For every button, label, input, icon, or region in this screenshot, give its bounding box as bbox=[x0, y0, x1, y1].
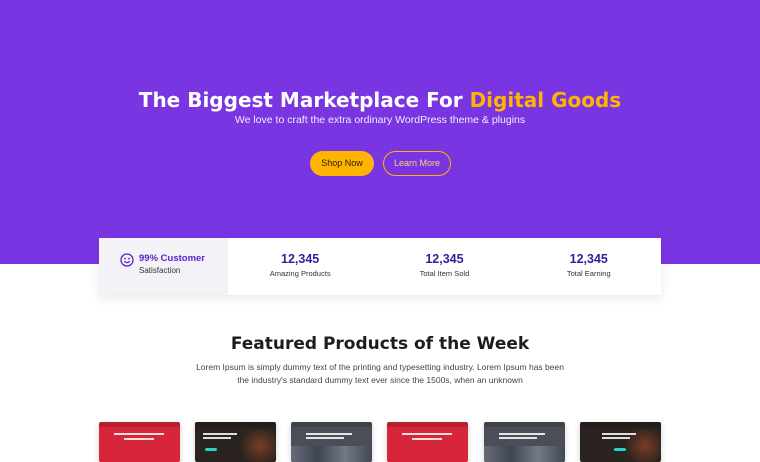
hero-title: The Biggest Marketplace For Digital Good… bbox=[0, 88, 760, 112]
smiley-icon bbox=[120, 253, 134, 267]
stat-total-item-sold: 12,345 Total Item Sold bbox=[372, 238, 516, 295]
product-card[interactable] bbox=[387, 422, 468, 462]
stat-satisfaction-value: 99% Customer bbox=[139, 253, 205, 264]
stat-satisfaction: 99% Customer Satisfaction bbox=[99, 238, 228, 295]
stat-label: Total Earning bbox=[566, 269, 611, 278]
stat-total-earning: 12,345 Total Earning bbox=[517, 238, 661, 295]
stat-number: 12,345 bbox=[281, 252, 320, 266]
product-card[interactable] bbox=[580, 422, 661, 462]
hero-title-main: The Biggest Marketplace For bbox=[138, 88, 463, 112]
product-thumbnails bbox=[0, 422, 760, 462]
hero-section: The Biggest Marketplace For Digital Good… bbox=[0, 0, 760, 264]
featured-description: Lorem Ipsum is simply dummy text of the … bbox=[196, 362, 564, 385]
stat-number: 12,345 bbox=[425, 252, 464, 266]
featured-title: Featured Products of the Week bbox=[230, 334, 530, 354]
stat-label: Amazing Products bbox=[269, 269, 331, 278]
stat-label: Total Item Sold bbox=[419, 269, 470, 278]
stat-number: 12,345 bbox=[569, 252, 608, 266]
product-card[interactable] bbox=[291, 422, 372, 462]
stats-bar: 99% Customer Satisfaction 12,345 Amazing… bbox=[99, 238, 661, 295]
learn-more-button[interactable]: Learn More bbox=[383, 151, 451, 176]
product-card[interactable] bbox=[99, 422, 180, 462]
shop-now-button[interactable]: Shop Now bbox=[310, 151, 374, 176]
stat-amazing-products: 12,345 Amazing Products bbox=[228, 238, 372, 295]
product-card[interactable] bbox=[195, 422, 276, 462]
product-card[interactable] bbox=[484, 422, 565, 462]
hero-subtitle: We love to craft the extra ordinary Word… bbox=[234, 114, 526, 126]
hero-title-accent: Digital Goods bbox=[469, 88, 622, 112]
stat-satisfaction-label: Satisfaction bbox=[139, 266, 181, 275]
